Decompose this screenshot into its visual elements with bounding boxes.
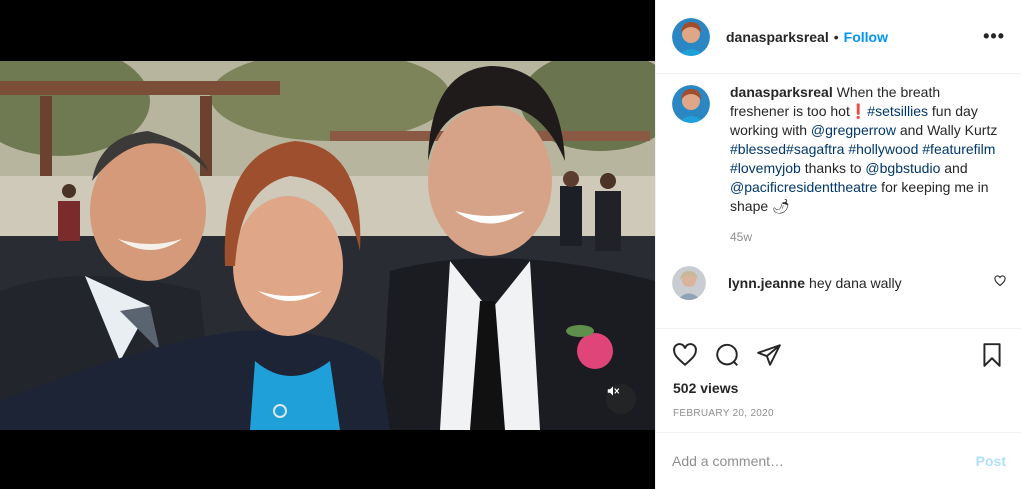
post-side-panel: danasparksreal • Follow ••• danasparksre… — [655, 0, 1021, 489]
avatar[interactable] — [672, 17, 710, 56]
caption-username[interactable]: danasparksreal — [730, 84, 833, 100]
caption-text: danasparksreal When the breath freshener… — [730, 83, 998, 216]
caption-part: thanks to — [800, 160, 866, 176]
caption-part: and Wally Kurtz — [895, 122, 998, 138]
post-date: FEBRUARY 20, 2020 — [673, 408, 774, 419]
video-frame — [0, 61, 655, 430]
bookmark-icon[interactable] — [979, 342, 1005, 368]
caption: danasparksreal When the breath freshener… — [656, 75, 1021, 216]
hashtag-link[interactable]: #sagaftra — [786, 141, 844, 157]
hashtag-link[interactable]: #featurefilm — [922, 141, 995, 157]
separator-dot: • — [833, 28, 839, 45]
heart-icon[interactable] — [672, 342, 698, 368]
post-header: danasparksreal • Follow ••• — [656, 0, 1021, 74]
comment-icon[interactable] — [714, 342, 740, 368]
avatar[interactable] — [672, 85, 710, 123]
action-bar — [672, 340, 1005, 370]
list-item: lynn.jeanne hey dana wally — [656, 266, 1021, 300]
hashtag-link[interactable]: #lovemyjob — [730, 160, 801, 176]
heart-icon[interactable] — [994, 274, 1006, 292]
hashtag-link[interactable]: #setsillies — [867, 103, 928, 119]
add-comment-form: Post — [656, 432, 1021, 489]
follow-button[interactable]: Follow — [844, 29, 888, 45]
post-time[interactable]: 45w — [730, 230, 1021, 244]
comment-username[interactable]: lynn.jeanne — [728, 275, 805, 291]
hashtag-link[interactable]: #blessed — [730, 141, 786, 157]
exclamation-emoji: ❗ — [849, 103, 868, 119]
comment-body: hey dana wally — [809, 275, 902, 291]
pepper-emoji: 🌶 — [772, 198, 790, 214]
avatar[interactable] — [672, 266, 706, 300]
caption-part: and — [940, 160, 968, 176]
hashtag-link[interactable]: #hollywood — [848, 141, 918, 157]
post-username[interactable]: danasparksreal — [726, 29, 829, 45]
post-media — [0, 0, 655, 489]
video-player[interactable] — [0, 61, 655, 430]
comment-input[interactable] — [672, 453, 976, 469]
view-count[interactable]: 502 views — [673, 380, 738, 396]
share-icon[interactable] — [756, 342, 782, 368]
mention-link[interactable]: @gregperrow — [811, 122, 896, 138]
mute-button[interactable] — [606, 384, 636, 414]
comment-text: lynn.jeanne hey dana wally — [728, 275, 902, 291]
mention-link[interactable]: @pacificresidenttheatre — [730, 179, 877, 195]
post-button[interactable]: Post — [976, 453, 1006, 469]
comments-list[interactable]: danasparksreal When the breath freshener… — [656, 75, 1021, 329]
mention-link[interactable]: @bgbstudio — [865, 160, 940, 176]
more-icon[interactable]: ••• — [983, 26, 1005, 47]
